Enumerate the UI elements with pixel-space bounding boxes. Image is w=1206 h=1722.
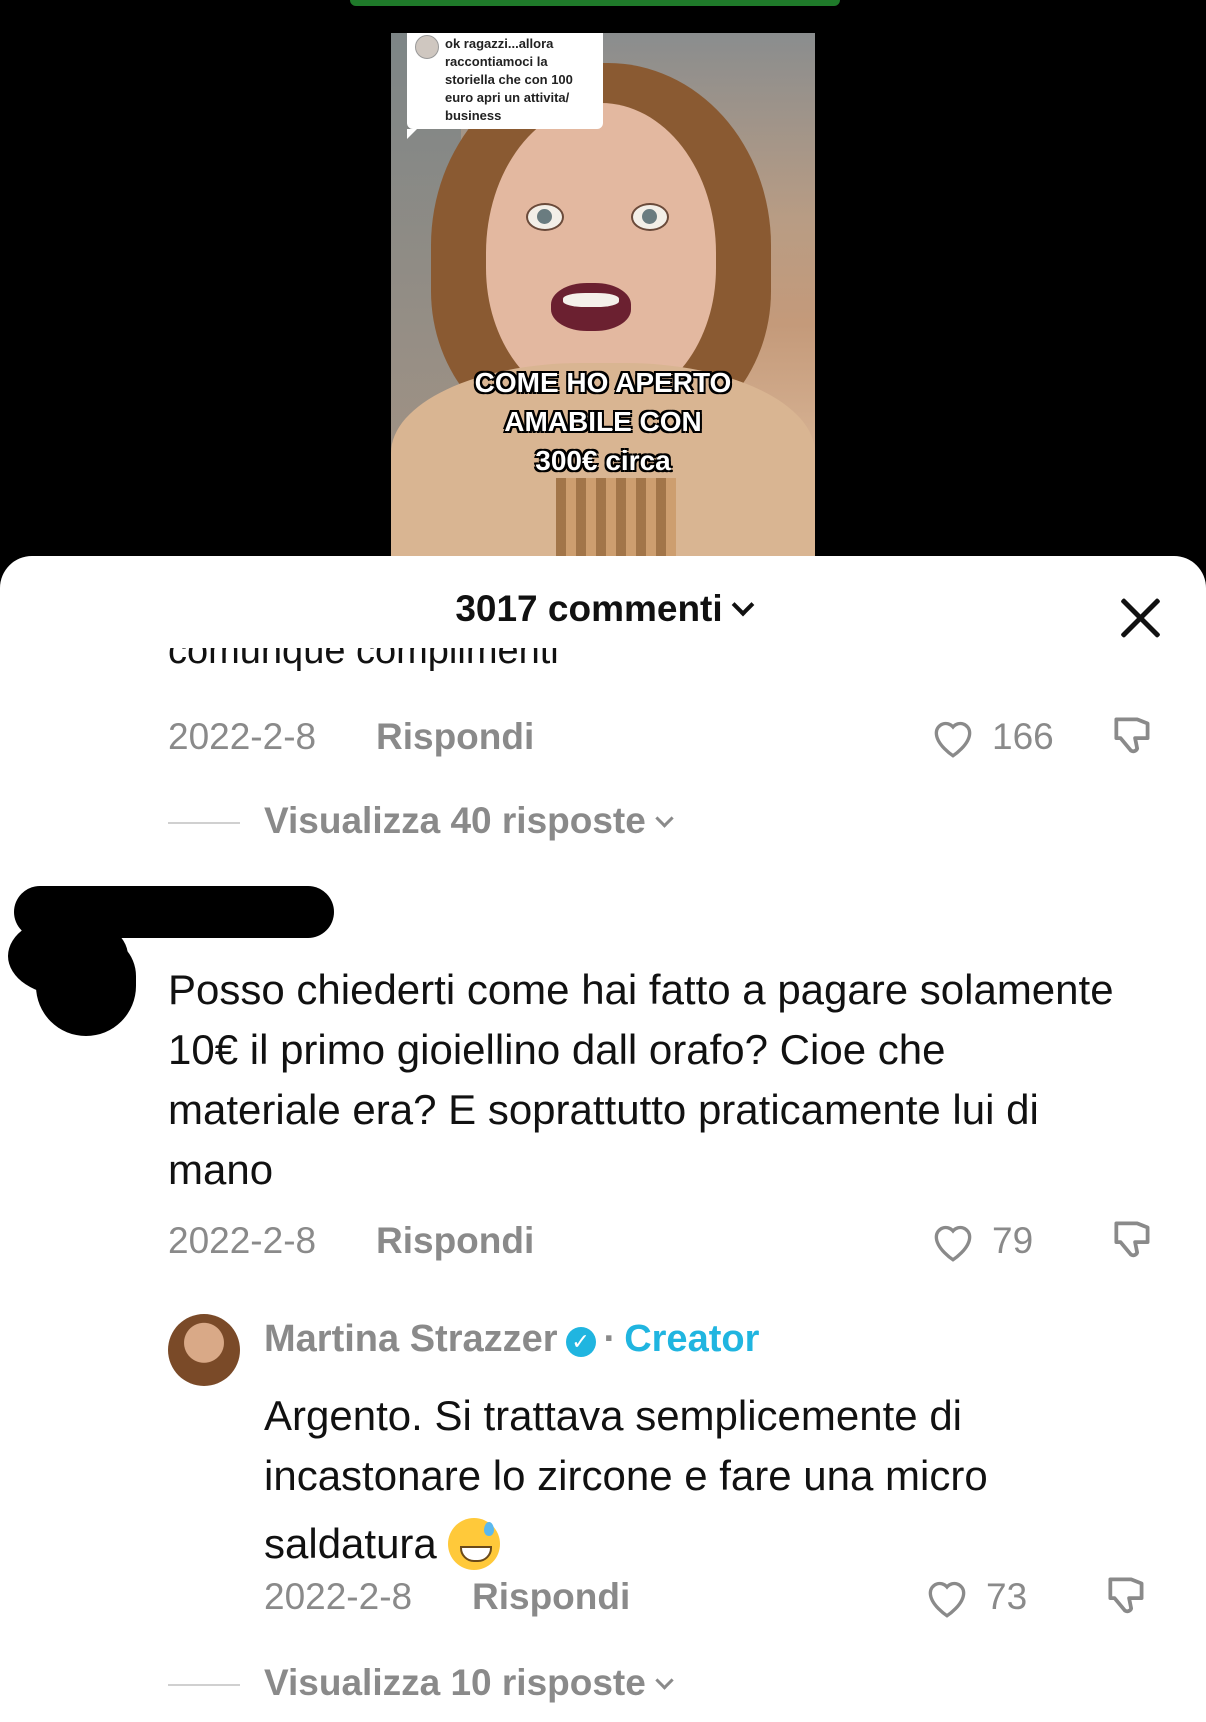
- dislike-icon[interactable]: [1102, 1570, 1152, 1622]
- view-replies-label: Visualizza 10 risposte: [264, 1662, 646, 1703]
- sweater-print: [556, 478, 676, 563]
- comment-text: Posso chiederti come hai fatto a pagare …: [168, 966, 1114, 1193]
- overlay-line-3: 300€ circa: [535, 445, 671, 476]
- redacted-avatar-shape: [36, 936, 136, 1036]
- creator-tag: Creator: [624, 1318, 760, 1360]
- reply-text: Argento. Si trattava semplicemente di in…: [264, 1386, 1144, 1574]
- video-subject-eye-right: [631, 203, 669, 231]
- comment-date: 2022-2-8: [168, 1220, 317, 1261]
- dislike-icon[interactable]: [1108, 1214, 1158, 1266]
- replies-divider: [168, 1684, 240, 1686]
- like-count: 166: [992, 716, 1054, 757]
- top-status-bar: [350, 0, 840, 6]
- comment-date: 2022-2-8: [264, 1576, 413, 1617]
- overlay-line-2: AMABILE CON: [504, 406, 702, 437]
- reply-text-content: Argento. Si trattava semplicemente di in…: [264, 1392, 988, 1567]
- question-avatar: [415, 35, 439, 59]
- author-separator: ·: [603, 1318, 617, 1360]
- chevron-down-icon: [731, 593, 754, 617]
- video-subject-face: [486, 103, 716, 403]
- view-replies-button[interactable]: Visualizza 40 risposte: [264, 800, 674, 842]
- video-overlay-text: COME HO APERTO AMABILE CON 300€ circa: [391, 363, 815, 480]
- close-icon[interactable]: [1118, 596, 1162, 640]
- like-count: 73: [986, 1576, 1028, 1617]
- creator-avatar[interactable]: [168, 1314, 240, 1386]
- comments-sheet: 3017 commenti comunque complimenti 2022-…: [0, 556, 1206, 1722]
- reply-button[interactable]: Rispondi: [376, 1220, 534, 1262]
- video-subject-eye-left: [526, 203, 564, 231]
- author-name[interactable]: Martina Strazzer: [264, 1318, 558, 1360]
- heart-icon[interactable]: [928, 712, 978, 762]
- replies-divider: [168, 822, 240, 824]
- cut-off-comment-text: comunque complimenti: [168, 648, 559, 672]
- overlay-line-1: COME HO APERTO: [474, 367, 732, 398]
- question-bubble: ok ragazzi...allora raccontiamoci la sto…: [407, 33, 603, 139]
- comment-date: 2022-2-8: [168, 716, 317, 757]
- reply-author-line: Martina Strazzer ✓ · Creator: [264, 1318, 759, 1361]
- view-replies-button[interactable]: Visualizza 10 risposte: [264, 1662, 674, 1704]
- chevron-down-icon: [655, 809, 674, 828]
- reply-button[interactable]: Rispondi: [376, 716, 534, 758]
- heart-icon[interactable]: [928, 1216, 978, 1266]
- question-text: ok ragazzi...allora raccontiamoci la sto…: [445, 36, 573, 123]
- comments-title[interactable]: 3017 commenti: [0, 588, 1206, 630]
- video-preview[interactable]: ok ragazzi...allora raccontiamoci la sto…: [391, 33, 815, 563]
- sweat-smile-emoji: [448, 1518, 501, 1570]
- view-replies-label: Visualizza 40 risposte: [264, 800, 646, 841]
- heart-icon[interactable]: [922, 1572, 972, 1622]
- video-subject-mouth: [551, 283, 631, 331]
- comments-count: 3017 commenti: [455, 588, 723, 629]
- chevron-down-icon: [655, 1671, 674, 1690]
- like-count: 79: [992, 1220, 1034, 1261]
- dislike-icon[interactable]: [1108, 710, 1158, 762]
- verified-badge-icon: ✓: [565, 1327, 596, 1357]
- reply-button[interactable]: Rispondi: [472, 1576, 630, 1618]
